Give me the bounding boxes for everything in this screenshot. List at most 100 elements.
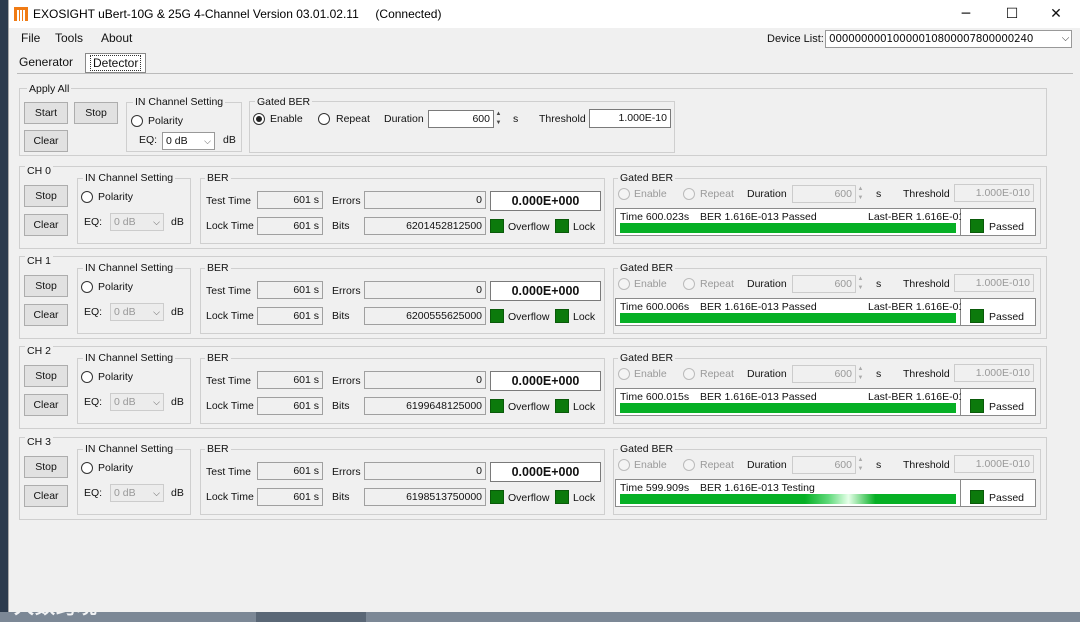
test-time-value: 601 s	[257, 281, 323, 299]
progress-fill	[620, 494, 956, 504]
channel-stop-button[interactable]: Stop	[24, 456, 68, 478]
channel-stop-button[interactable]: Stop	[24, 365, 68, 387]
duration-spinner[interactable]: ▲ ▼	[856, 456, 865, 474]
threshold-input[interactable]: 1.000E-010	[954, 455, 1034, 473]
duration-spinner[interactable]: ▲ ▼	[856, 275, 865, 293]
chevron-down-icon: ⌵	[153, 217, 160, 227]
polarity-label: Polarity	[98, 281, 134, 293]
apply-all-polarity-radio[interactable]	[131, 115, 143, 127]
menu-file[interactable]: File	[21, 31, 40, 45]
apply-all-duration-spinner[interactable]: ▲ ▼	[494, 110, 503, 128]
threshold-input[interactable]: 1.000E-010	[954, 184, 1034, 202]
channel-stop-button[interactable]: Stop	[24, 275, 68, 297]
polarity-radio[interactable]	[81, 191, 93, 203]
chevron-down-icon: ⌵	[1061, 33, 1070, 44]
tab-generator[interactable]: Generator	[15, 53, 77, 73]
eq-select[interactable]: 0 dB ⌵	[110, 303, 164, 321]
channel-clear-button[interactable]: Clear	[24, 485, 68, 507]
enable-radio[interactable]	[618, 368, 630, 380]
status-time: Time 600.006s	[620, 301, 690, 313]
polarity-radio[interactable]	[81, 281, 93, 293]
enable-radio[interactable]	[618, 188, 630, 200]
threshold-input[interactable]: 1.000E-010	[954, 364, 1034, 382]
passed-indicator	[970, 219, 984, 233]
channel-clear-button[interactable]: Clear	[24, 214, 68, 236]
enable-label: Enable	[634, 368, 667, 380]
maximize-button[interactable]: ☐	[989, 0, 1035, 28]
minimize-button[interactable]: ─	[943, 0, 989, 28]
menu-tools[interactable]: Tools	[55, 31, 83, 45]
apply-all-enable-radio[interactable]	[253, 113, 265, 125]
apply-all-start-button[interactable]: Start	[24, 102, 68, 124]
tab-divider	[17, 73, 1073, 74]
lock-time-value: 601 s	[257, 307, 323, 325]
duration-spinner[interactable]: ▲ ▼	[856, 365, 865, 383]
lock-label: Lock	[573, 401, 596, 413]
apply-all-threshold-input[interactable]: 1.000E-10	[589, 109, 671, 128]
lock-label: Lock	[573, 311, 596, 323]
eq-value: 0 dB	[114, 487, 136, 499]
duration-spinner[interactable]: ▲ ▼	[856, 185, 865, 203]
apply-all-clear-button[interactable]: Clear	[24, 130, 68, 152]
repeat-radio[interactable]	[683, 368, 695, 380]
bits-value: 6198513750000	[364, 488, 486, 506]
eq-select[interactable]: 0 dB ⌵	[110, 213, 164, 231]
tab-detector[interactable]: Detector	[85, 53, 147, 73]
bits-label: Bits	[332, 310, 350, 322]
device-list-select[interactable]: 00000000010000010800007800000240 ⌵	[825, 30, 1072, 48]
lock-indicator	[555, 490, 569, 504]
lock-time-label: Lock Time	[206, 220, 254, 232]
test-time-value: 601 s	[257, 462, 323, 480]
enable-radio[interactable]	[618, 459, 630, 471]
window-title: EXOSIGHT uBert-10G & 25G 4-Channel Versi…	[33, 7, 442, 21]
duration-input[interactable]: 600	[792, 185, 856, 203]
apply-all-repeat-radio[interactable]	[318, 113, 330, 125]
threshold-input[interactable]: 1.000E-010	[954, 274, 1034, 292]
lock-time-value: 601 s	[257, 217, 323, 235]
apply-all-eq-select[interactable]: 0 dB ⌵	[162, 132, 215, 150]
lock-time-label: Lock Time	[206, 310, 254, 322]
duration-input[interactable]: 600	[792, 365, 856, 383]
close-button[interactable]: ✕	[1033, 0, 1079, 28]
gated-title: Gated BER	[618, 262, 676, 274]
enable-label: Enable	[634, 459, 667, 471]
apply-all-gated-title: Gated BER	[255, 96, 313, 108]
enable-radio[interactable]	[618, 278, 630, 290]
menu-about[interactable]: About	[101, 31, 132, 45]
app-icon	[14, 7, 28, 21]
apply-all-eq-value: 0 dB	[166, 135, 188, 147]
progress-fill	[620, 313, 956, 323]
passed-label: Passed	[989, 401, 1025, 413]
duration-input[interactable]: 600	[792, 456, 856, 474]
eq-label: EQ:	[84, 306, 103, 318]
bits-label: Bits	[332, 400, 350, 412]
gated-title: Gated BER	[618, 443, 676, 455]
channel-clear-button[interactable]: Clear	[24, 394, 68, 416]
apply-all-stop-button[interactable]: Stop	[74, 102, 118, 124]
bits-value: 6199648125000	[364, 397, 486, 415]
eq-select[interactable]: 0 dB ⌵	[110, 484, 164, 502]
threshold-label: Threshold	[903, 188, 950, 200]
test-time-value: 601 s	[257, 371, 323, 389]
channel-clear-button[interactable]: Clear	[24, 304, 68, 326]
polarity-radio[interactable]	[81, 371, 93, 383]
eq-select[interactable]: 0 dB ⌵	[110, 393, 164, 411]
taskbar-item[interactable]	[256, 611, 366, 622]
repeat-radio[interactable]	[683, 278, 695, 290]
channel-title: CH 2	[25, 345, 53, 357]
polarity-radio[interactable]	[81, 462, 93, 474]
passed-indicator	[970, 490, 984, 504]
channel-stop-button[interactable]: Stop	[24, 185, 68, 207]
chevron-down-icon: ⌵	[153, 488, 160, 498]
apply-all-duration-input[interactable]: 600	[428, 110, 494, 128]
duration-input[interactable]: 600	[792, 275, 856, 293]
progress-bar	[620, 403, 956, 413]
ber-title: BER	[205, 262, 231, 274]
apply-all-repeat-label: Repeat	[336, 113, 370, 125]
repeat-radio[interactable]	[683, 188, 695, 200]
status-panel: Time 600.023s BER 1.616E-013 Passed Last-B…	[615, 208, 970, 236]
eq-unit: dB	[171, 216, 184, 228]
repeat-radio[interactable]	[683, 459, 695, 471]
overflow-label: Overflow	[508, 311, 550, 323]
apply-all-eq-unit: dB	[223, 134, 236, 146]
